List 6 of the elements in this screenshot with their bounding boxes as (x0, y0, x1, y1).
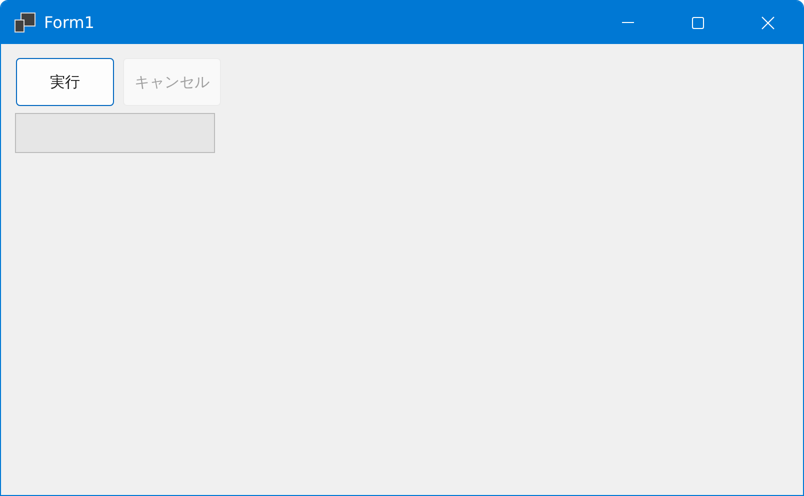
minimize-icon (622, 22, 634, 23)
maximize-icon (690, 14, 706, 30)
run-button[interactable]: 実行 (16, 58, 114, 106)
window-title: Form1 (44, 13, 96, 32)
close-icon (760, 14, 776, 30)
app-icon (14, 12, 36, 34)
